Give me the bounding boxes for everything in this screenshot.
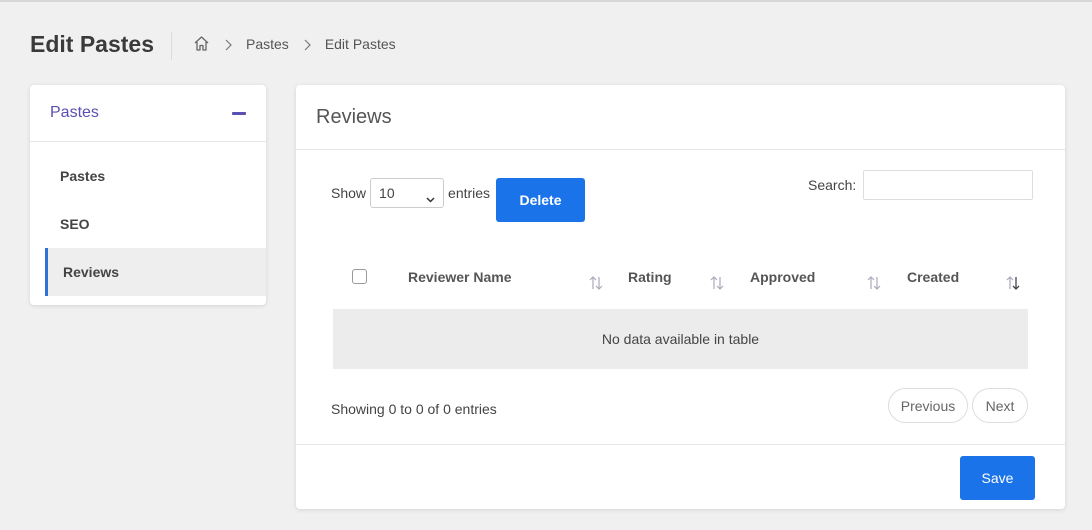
table-info: Showing 0 to 0 of 0 entries [331,401,497,417]
page-title: Edit Pastes [30,31,154,57]
empty-message: No data available in table [601,331,760,347]
column-header-rating[interactable]: Rating [628,269,672,285]
chevron-down-icon [426,190,435,203]
search-input[interactable] [863,170,1034,200]
entries-length-value: 10 [379,185,395,201]
chevron-right-icon [303,38,311,50]
minus-icon[interactable] [232,111,246,115]
sidebar-item-pastes[interactable]: Pastes [45,152,266,200]
reviews-table: Reviewer Name Rating Approved Created No… [333,247,1028,369]
sidebar-title: Pastes [50,104,99,121]
breadcrumb-current: Edit Pastes [324,35,396,52]
delete-button[interactable]: Delete [496,178,585,222]
length-control: Show 10 entries [331,178,490,208]
search-control: Search: [808,170,1034,200]
reviews-card: Reviews Show 10 entries Delete Search: R… [296,85,1065,509]
sidebar-item-reviews[interactable]: Reviews [45,248,266,296]
column-header-reviewer-name[interactable]: Reviewer Name [408,269,512,285]
column-header-approved[interactable]: Approved [750,269,815,285]
table-header: Reviewer Name Rating Approved Created [333,247,1028,309]
column-header-created[interactable]: Created [907,269,959,285]
card-title: Reviews [296,85,1065,150]
empty-table-row: No data available in table [333,309,1028,369]
home-icon[interactable] [193,35,210,52]
search-label: Search: [808,177,857,193]
sidebar-item-seo[interactable]: SEO [45,200,266,248]
sidebar-card: Pastes Pastes SEO Reviews [30,85,266,305]
sort-icon[interactable] [588,275,604,291]
title-divider [171,32,172,60]
previous-button[interactable]: Previous [888,388,968,423]
sort-icon[interactable] [866,275,882,291]
save-button[interactable]: Save [960,456,1035,500]
breadcrumb: Pastes Edit Pastes [193,35,396,52]
select-all-checkbox[interactable] [352,269,367,284]
sidebar-header: Pastes [30,85,266,142]
sort-descending-icon[interactable] [1005,275,1021,291]
sidebar-list: Pastes SEO Reviews [30,142,266,296]
entries-length-select[interactable]: 10 [370,178,445,208]
entries-label: entries [448,185,491,201]
breadcrumb-link-pastes[interactable]: Pastes [246,36,289,52]
next-button[interactable]: Next [972,388,1028,423]
footer-divider [296,444,1065,445]
sort-icon[interactable] [709,275,725,291]
show-label: Show [331,185,367,201]
chevron-right-icon [224,38,232,50]
